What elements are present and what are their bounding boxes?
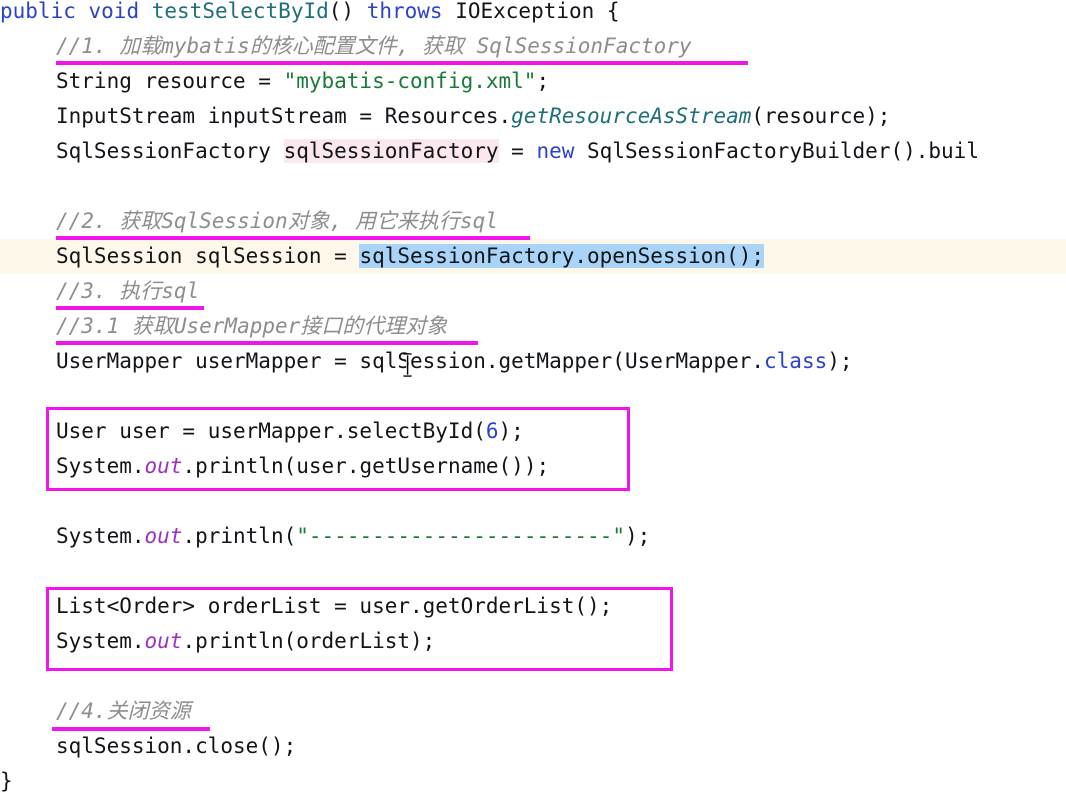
code-token: ); bbox=[827, 349, 853, 373]
code-line-text: System.out.println("--------------------… bbox=[56, 519, 650, 554]
code-token: out bbox=[144, 454, 183, 478]
code-line[interactable]: UserMapper userMapper = sqlSession.getMa… bbox=[0, 344, 1066, 379]
code-token: } bbox=[0, 769, 13, 793]
code-token: ); bbox=[624, 524, 651, 548]
code-token: SqlSessionFactoryBuilder().buil bbox=[574, 139, 979, 163]
code-token: new bbox=[536, 139, 575, 163]
code-line-text: //3.1 获取UserMapper接口的代理对象 bbox=[56, 309, 447, 344]
code-token: IOException { bbox=[442, 0, 620, 23]
code-line-text: //1. 加载mybatis的核心配置文件, 获取 SqlSessionFact… bbox=[56, 29, 692, 64]
code-token: (resource); bbox=[751, 104, 891, 128]
code-line[interactable]: //1. 加载mybatis的核心配置文件, 获取 SqlSessionFact… bbox=[0, 29, 1066, 64]
code-line[interactable]: //4.关闭资源 bbox=[0, 694, 1066, 729]
code-line-text: public void testSelectById() throws IOEx… bbox=[0, 0, 620, 29]
code-line-text: //3. 执行sql bbox=[56, 274, 199, 309]
code-token: ); bbox=[498, 419, 524, 443]
code-line[interactable]: System.out.println("--------------------… bbox=[0, 519, 1066, 554]
code-token: List<Order> orderList = user.getOrderLis… bbox=[56, 594, 613, 618]
code-token: //4.关闭资源 bbox=[56, 699, 191, 723]
code-line-text: } bbox=[0, 764, 13, 799]
code-line[interactable]: InputStream inputStream = Resources.getR… bbox=[0, 99, 1066, 134]
code-token: "------------------------" bbox=[296, 524, 625, 548]
code-token: = bbox=[498, 139, 537, 163]
code-line[interactable]: SqlSessionFactory sqlSessionFactory = ne… bbox=[0, 134, 1066, 169]
code-token: () bbox=[328, 0, 367, 23]
underline-comment-3 bbox=[56, 306, 204, 310]
code-line-text: SqlSession sqlSession = sqlSessionFactor… bbox=[56, 239, 765, 274]
code-token: ; bbox=[536, 69, 550, 93]
code-token: out bbox=[144, 524, 183, 548]
code-token: out bbox=[144, 629, 183, 653]
underline-comment-4 bbox=[52, 727, 210, 731]
code-token: //2. 获取SqlSession对象, 用它来执行sql bbox=[56, 209, 498, 233]
code-token: .println( bbox=[182, 524, 297, 548]
code-line[interactable]: //3.1 获取UserMapper接口的代理对象 bbox=[0, 309, 1066, 344]
code-line[interactable]: String resource = "mybatis-config.xml"; bbox=[0, 64, 1066, 99]
code-token: //3. 执行sql bbox=[56, 279, 200, 303]
code-token: sqlSessionFactory.openSession(); bbox=[359, 244, 765, 268]
code-token: testSelectById bbox=[151, 0, 329, 23]
code-line[interactable] bbox=[0, 554, 1066, 589]
code-token: .println(user.getUsername()); bbox=[182, 454, 550, 478]
code-line-text: List<Order> orderList = user.getOrderLis… bbox=[56, 589, 612, 624]
underline-comment-2 bbox=[56, 236, 530, 240]
text-ibeam-cursor bbox=[402, 353, 413, 377]
underline-comment-1 bbox=[56, 61, 748, 65]
code-token: "mybatis-config.xml" bbox=[283, 69, 537, 93]
code-token: SqlSessionFactory bbox=[56, 139, 284, 163]
code-token: User user = userMapper.selectById( bbox=[56, 419, 486, 443]
code-token: public bbox=[0, 0, 76, 23]
code-token: System. bbox=[56, 454, 145, 478]
code-line[interactable] bbox=[0, 169, 1066, 204]
code-line[interactable]: System.out.println(user.getUsername()); bbox=[0, 449, 1066, 484]
code-token: sqlSessionFactory bbox=[283, 139, 499, 163]
code-line-text: InputStream inputStream = Resources.getR… bbox=[56, 99, 890, 134]
code-editor-canvas[interactable]: public void testSelectById() throws IOEx… bbox=[0, 0, 1066, 804]
code-token: getResourceAsStream bbox=[511, 104, 752, 128]
code-line-text: SqlSessionFactory sqlSessionFactory = ne… bbox=[56, 134, 979, 169]
code-line-text: String resource = "mybatis-config.xml"; bbox=[56, 64, 549, 99]
code-token: //3.1 获取UserMapper接口的代理对象 bbox=[56, 314, 448, 338]
code-token: //1. 加载mybatis的核心配置文件, 获取 SqlSessionFact… bbox=[56, 34, 692, 58]
code-token: void bbox=[88, 0, 140, 23]
code-line-text: User user = userMapper.selectById(6); bbox=[56, 414, 524, 449]
code-line-text: sqlSession.close(); bbox=[56, 729, 296, 764]
code-token: class bbox=[764, 349, 828, 373]
code-token: System. bbox=[56, 524, 145, 548]
code-token: System. bbox=[56, 629, 145, 653]
code-token: 6 bbox=[485, 419, 499, 443]
code-line-text: System.out.println(orderList); bbox=[56, 624, 435, 659]
code-line-text: System.out.println(user.getUsername()); bbox=[56, 449, 549, 484]
code-token: InputStream inputStream = Resources. bbox=[56, 104, 512, 128]
code-line[interactable]: sqlSession.close(); bbox=[0, 729, 1066, 764]
code-line[interactable]: public void testSelectById() throws IOEx… bbox=[0, 0, 1066, 29]
code-token: throws bbox=[366, 0, 443, 23]
code-token: SqlSession sqlSession = bbox=[56, 244, 360, 268]
code-token: sqlSession.close(); bbox=[56, 734, 297, 758]
code-line[interactable]: //3. 执行sql bbox=[0, 274, 1066, 309]
code-line[interactable]: } bbox=[0, 764, 1066, 799]
code-line-text: //2. 获取SqlSession对象, 用它来执行sql bbox=[56, 204, 498, 239]
code-line[interactable]: List<Order> orderList = user.getOrderLis… bbox=[0, 589, 1066, 624]
code-line-text: //4.关闭资源 bbox=[56, 694, 191, 729]
code-line[interactable]: //2. 获取SqlSession对象, 用它来执行sql bbox=[0, 204, 1066, 239]
underline-comment-3-1 bbox=[56, 341, 478, 345]
code-token: String resource = bbox=[56, 69, 284, 93]
code-token: .println(orderList); bbox=[182, 629, 436, 653]
code-line-text: UserMapper userMapper = sqlSession.getMa… bbox=[56, 344, 853, 379]
